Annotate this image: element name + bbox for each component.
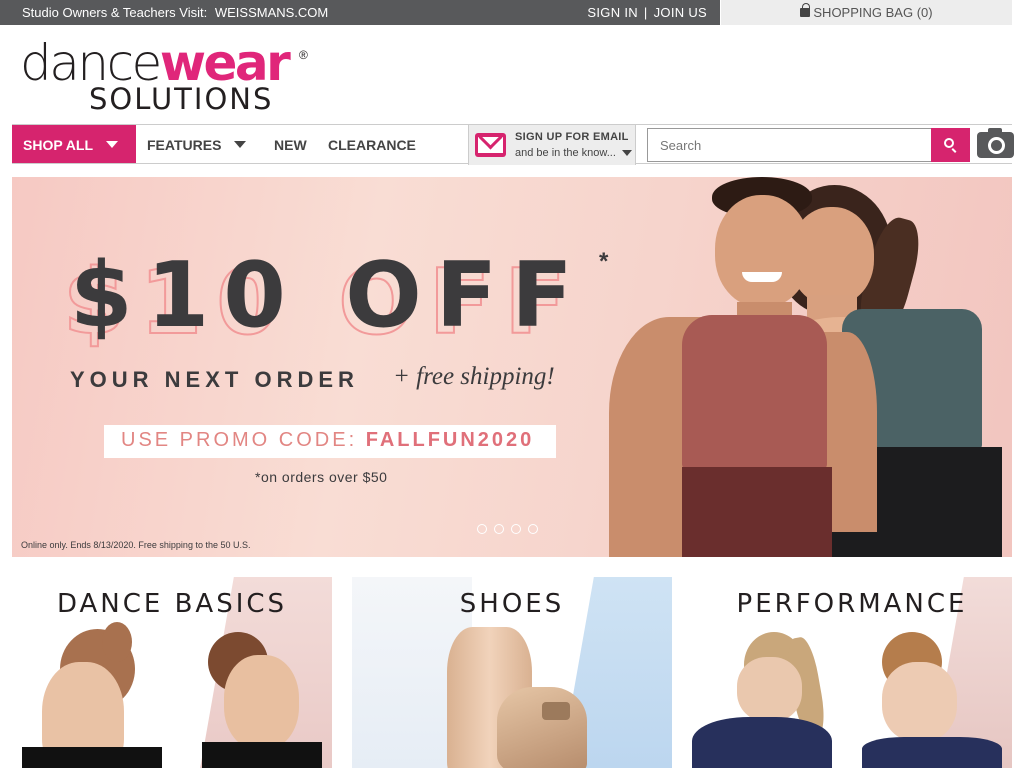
category-title: PERFORMANCE bbox=[736, 589, 968, 619]
studio-notice: Studio Owners & Teachers Visit: WEISSMAN… bbox=[22, 5, 328, 20]
next-order-text: YOUR NEXT ORDER bbox=[70, 367, 359, 392]
logo-wordmark: dancewear bbox=[20, 38, 291, 88]
carousel-dot[interactable] bbox=[477, 524, 487, 534]
shopping-bag-icon bbox=[800, 3, 811, 17]
top-bar-left: Studio Owners & Teachers Visit: WEISSMAN… bbox=[0, 0, 720, 25]
email-signup-subtitle: and be in the know... bbox=[515, 147, 616, 159]
search-icon bbox=[944, 138, 954, 148]
sign-in-link[interactable]: SIGN IN bbox=[587, 5, 638, 20]
camera-icon[interactable] bbox=[977, 128, 1014, 158]
hero-model-image bbox=[597, 177, 1012, 557]
shop-all-label: SHOP ALL bbox=[23, 137, 94, 153]
account-separator: | bbox=[643, 5, 648, 20]
shop-all-menu[interactable]: SHOP ALL bbox=[12, 125, 136, 163]
features-menu[interactable]: FEATURES bbox=[147, 137, 246, 153]
chevron-down-icon bbox=[106, 141, 118, 148]
features-label: FEATURES bbox=[147, 137, 222, 153]
promo-label: USE PROMO CODE: bbox=[121, 429, 358, 451]
email-signup-dropdown[interactable]: SIGN UP FOR EMAIL and be in the know... bbox=[468, 125, 636, 165]
weissmans-link[interactable]: WEISSMANS.COM bbox=[215, 5, 328, 20]
category-dance-basics[interactable]: DANCE BASICS bbox=[12, 577, 332, 768]
hero-banner[interactable]: $10 OFF $10 OFF * YOUR NEXT ORDER + free… bbox=[12, 177, 1012, 557]
hero-fine-print: Online only. Ends 8/13/2020. Free shippi… bbox=[21, 540, 251, 550]
category-performance[interactable]: PERFORMANCE bbox=[692, 577, 1012, 768]
shopping-bag-label: SHOPPING BAG (0) bbox=[813, 5, 933, 20]
minimum-order-note: *on orders over $50 bbox=[255, 469, 388, 485]
carousel-dot[interactable] bbox=[511, 524, 521, 534]
category-title: DANCE BASICS bbox=[56, 589, 288, 619]
promo-code: FALLFUN2020 bbox=[365, 429, 535, 451]
nav-new-link[interactable]: NEW bbox=[274, 137, 307, 153]
search-input[interactable] bbox=[647, 128, 932, 162]
chevron-down-icon bbox=[622, 150, 632, 156]
carousel-dots bbox=[477, 521, 545, 539]
category-title: SHOES bbox=[459, 589, 565, 619]
free-shipping-text: + free shipping! bbox=[393, 363, 555, 390]
top-bar: Studio Owners & Teachers Visit: WEISSMAN… bbox=[0, 0, 1024, 25]
carousel-dot[interactable] bbox=[528, 524, 538, 534]
offer-headline: $10 OFF bbox=[70, 243, 587, 348]
nav-clearance-link[interactable]: CLEARANCE bbox=[328, 137, 416, 153]
logo-registered-mark: ® bbox=[299, 48, 308, 62]
shopping-bag-button[interactable]: SHOPPING BAG (0) bbox=[721, 0, 1012, 25]
studio-text: Studio Owners & Teachers Visit: bbox=[22, 5, 208, 20]
chevron-down-icon bbox=[234, 141, 246, 148]
promo-code-box: USE PROMO CODE: FALLFUN2020 bbox=[104, 425, 556, 458]
site-logo[interactable]: dancewear ® SOLUTIONS bbox=[20, 38, 320, 116]
category-shoes[interactable]: SHOES bbox=[352, 577, 672, 768]
logo-solutions: SOLUTIONS bbox=[89, 82, 274, 116]
envelope-icon bbox=[475, 133, 506, 157]
account-links: SIGN IN | JOIN US bbox=[587, 5, 707, 20]
search-button[interactable] bbox=[931, 128, 970, 162]
main-nav: SHOP ALL FEATURES NEW CLEARANCE SIGN UP … bbox=[12, 124, 1014, 165]
email-signup-title: SIGN UP FOR EMAIL bbox=[515, 131, 629, 143]
join-us-link[interactable]: JOIN US bbox=[654, 5, 707, 20]
carousel-dot[interactable] bbox=[494, 524, 504, 534]
